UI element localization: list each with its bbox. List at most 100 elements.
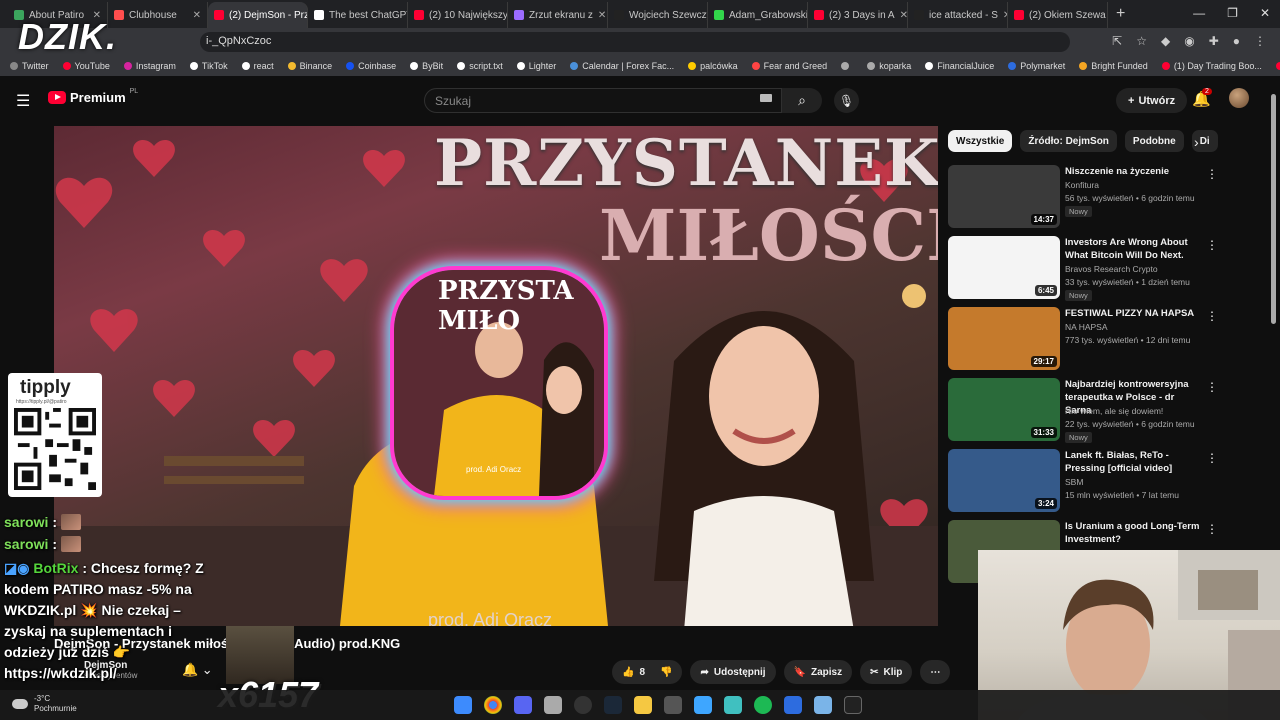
keyboard-icon[interactable] <box>760 94 772 102</box>
bookmark-item[interactable]: koparka <box>867 61 911 71</box>
browser-tab[interactable]: (2) Okiem Szewa✕ <box>1008 2 1108 28</box>
create-button[interactable]: + Utwórz <box>1116 88 1188 113</box>
start-icon[interactable] <box>454 696 472 714</box>
search-button[interactable]: ⌕ <box>782 88 822 113</box>
bookmark-item[interactable]: Twitter <box>10 61 49 71</box>
extension-icon[interactable]: ◆ <box>1161 34 1170 48</box>
extension-icon[interactable]: ◉ <box>1184 34 1194 48</box>
puzzle-icon[interactable]: ✚ <box>1209 34 1219 48</box>
dislike-icon[interactable]: 👎 <box>660 667 672 678</box>
profile-icon[interactable]: ● <box>1233 34 1240 48</box>
bookmark-item[interactable]: palcówka <box>688 61 738 71</box>
discord-icon[interactable] <box>514 696 532 714</box>
browser-tab[interactable]: (2) 3 Days in A ✕ <box>808 2 908 28</box>
new-tab-button[interactable]: + <box>1116 5 1125 23</box>
clip-button[interactable]: ✂ Klip <box>860 660 913 684</box>
more-options-icon[interactable]: ⋮ <box>1206 380 1218 394</box>
bookmark-item[interactable]: Coinbase <box>346 61 396 71</box>
bookmark-item[interactable]: react <box>241 61 274 71</box>
steam-icon[interactable] <box>604 696 622 714</box>
like-button[interactable]: 👍 8 👎 <box>612 660 683 684</box>
filter-chip[interactable]: Podobne <box>1124 130 1184 152</box>
bookmark-item[interactable]: Lighter <box>516 61 556 71</box>
video-thumbnail[interactable]: 29:17 <box>948 307 1060 370</box>
video-thumbnail[interactable]: 14:37 <box>948 165 1060 228</box>
browser-tab[interactable]: (2) DejmSon - Przystanek✕ <box>208 2 308 28</box>
browser-tab[interactable]: (2) 10 Największych✕ <box>408 2 508 28</box>
close-window-button[interactable]: ✕ <box>1260 6 1270 20</box>
install-icon[interactable]: ⇱ <box>1112 34 1122 48</box>
app-icon[interactable] <box>694 696 712 714</box>
bookmark-item[interactable]: ByBit <box>410 61 443 71</box>
menu-icon[interactable]: ☰ <box>16 91 32 111</box>
restore-button[interactable]: ❐ <box>1227 6 1238 20</box>
recommendation-item[interactable]: 14:37 Niszczenie na życzenie Konfitura 56 t… <box>948 165 1228 236</box>
app-icon[interactable] <box>784 696 802 714</box>
recommendation-channel[interactable]: Nie wiem, ale się dowiem! <box>1065 406 1163 416</box>
bookmark-item[interactable]: YouTube <box>62 61 110 71</box>
minimize-button[interactable]: — <box>1193 6 1205 20</box>
recommendation-title[interactable]: Is Uranium a good Long-Term Investment? <box>1065 520 1200 546</box>
bookmark-item[interactable]: Binance <box>287 61 332 71</box>
more-options-icon[interactable]: ⋮ <box>1206 167 1218 181</box>
recommendation-item[interactable]: 6:45 Investors Are Wrong About What Bitco… <box>948 236 1228 307</box>
recommendation-title[interactable]: Investors Are Wrong About What Bitcoin W… <box>1065 236 1200 262</box>
recommendation-channel[interactable]: Konfitura <box>1065 180 1099 190</box>
bookmark-item[interactable]: BTC Elliot wave <box>1275 61 1280 71</box>
chrome-icon[interactable] <box>484 696 502 714</box>
save-button[interactable]: 🔖 Zapisz <box>783 660 853 684</box>
voice-search-button[interactable]: 🎙 <box>834 88 859 113</box>
filter-chip[interactable]: Źródło: DejmSon <box>1020 130 1117 152</box>
bookmark-item[interactable]: Polymarket <box>1008 61 1065 71</box>
browser-tab[interactable]: ice attacked - S✕ <box>908 2 1008 28</box>
share-button[interactable]: ➦ Udostępnij <box>690 660 776 684</box>
video-thumbnail[interactable]: 3:24 <box>948 449 1060 512</box>
more-button[interactable]: ⋯ <box>920 660 951 684</box>
tab-close-icon[interactable]: ✕ <box>598 10 606 21</box>
video-thumbnail[interactable]: 31:33 <box>948 378 1060 441</box>
more-options-icon[interactable]: ⋮ <box>1206 238 1218 252</box>
browser-tab[interactable]: Zrzut ekranu z ✕ <box>508 2 608 28</box>
app-icon[interactable] <box>724 696 742 714</box>
bookmark-star-icon[interactable]: ☆ <box>1136 34 1147 48</box>
scrollbar[interactable] <box>1271 94 1276 324</box>
browser-tab[interactable]: Wojciech Szewczyk✕ <box>608 2 708 28</box>
recommendation-channel[interactable]: Bravos Research Crypto <box>1065 264 1158 274</box>
app-icon[interactable] <box>544 696 562 714</box>
tab-close-icon[interactable]: ✕ <box>900 10 907 21</box>
recommendation-item[interactable]: 3:24 Lanek ft. Białas, ReTo - Pressing [o… <box>948 449 1228 520</box>
more-options-icon[interactable]: ⋮ <box>1206 522 1218 536</box>
tab-close-icon[interactable]: ✕ <box>193 10 201 21</box>
avatar[interactable] <box>1229 88 1249 108</box>
bookmark-item[interactable]: Fear and Greed <box>751 61 827 71</box>
recommendation-item[interactable]: 31:33 Najbardziej kontrowersyjna terapeut… <box>948 378 1228 449</box>
browser-tab[interactable]: Clubhouse ✕ <box>108 2 208 28</box>
folder-icon[interactable] <box>634 696 652 714</box>
recommendation-title[interactable]: FESTIWAL PIZZY NA HAPSA <box>1065 307 1200 320</box>
chevron-right-icon[interactable]: › <box>1194 134 1199 150</box>
recommendation-channel[interactable]: NA HAPSA <box>1065 322 1108 332</box>
video-thumbnail[interactable]: 6:45 <box>948 236 1060 299</box>
menu-icon[interactable]: ⋮ <box>1254 34 1266 48</box>
url-field[interactable]: i-_QpNxCzoc <box>200 32 1070 52</box>
bookmark-item[interactable]: Instagram <box>123 61 176 71</box>
bookmark-item[interactable]: FinancialJuice <box>925 61 994 71</box>
recommendation-title[interactable]: Niszczenie na życzenie <box>1065 165 1200 178</box>
search-input[interactable]: Szukaj <box>424 88 782 113</box>
recommendation-title[interactable]: Lanek ft. Białas, ReTo - Pressing [offic… <box>1065 449 1200 475</box>
browser-tab[interactable]: The best ChatGPT✕ <box>308 2 408 28</box>
bookmark-item[interactable]: (1) Day Trading Boo... <box>1161 61 1262 71</box>
terminal-icon[interactable] <box>844 696 862 714</box>
bookmark-item[interactable]: Calendar | Forex Fac... <box>570 61 674 71</box>
obs-icon[interactable] <box>574 696 592 714</box>
spotify-icon[interactable] <box>754 696 772 714</box>
weather-widget[interactable]: -3°C Pochmurnie <box>12 694 77 714</box>
recommendation-channel[interactable]: SBM <box>1065 477 1083 487</box>
more-options-icon[interactable]: ⋮ <box>1206 451 1218 465</box>
recommendation-item[interactable]: 29:17 FESTIWAL PIZZY NA HAPSA NA HAPSA 773 … <box>948 307 1228 378</box>
app-icon[interactable] <box>814 696 832 714</box>
bookmark-item[interactable]: TikTok <box>189 61 228 71</box>
bookmark-item[interactable]: Bright Funded <box>1079 61 1148 71</box>
bookmark-item[interactable]: script.txt <box>457 61 503 71</box>
bookmark-item[interactable] <box>841 62 853 70</box>
